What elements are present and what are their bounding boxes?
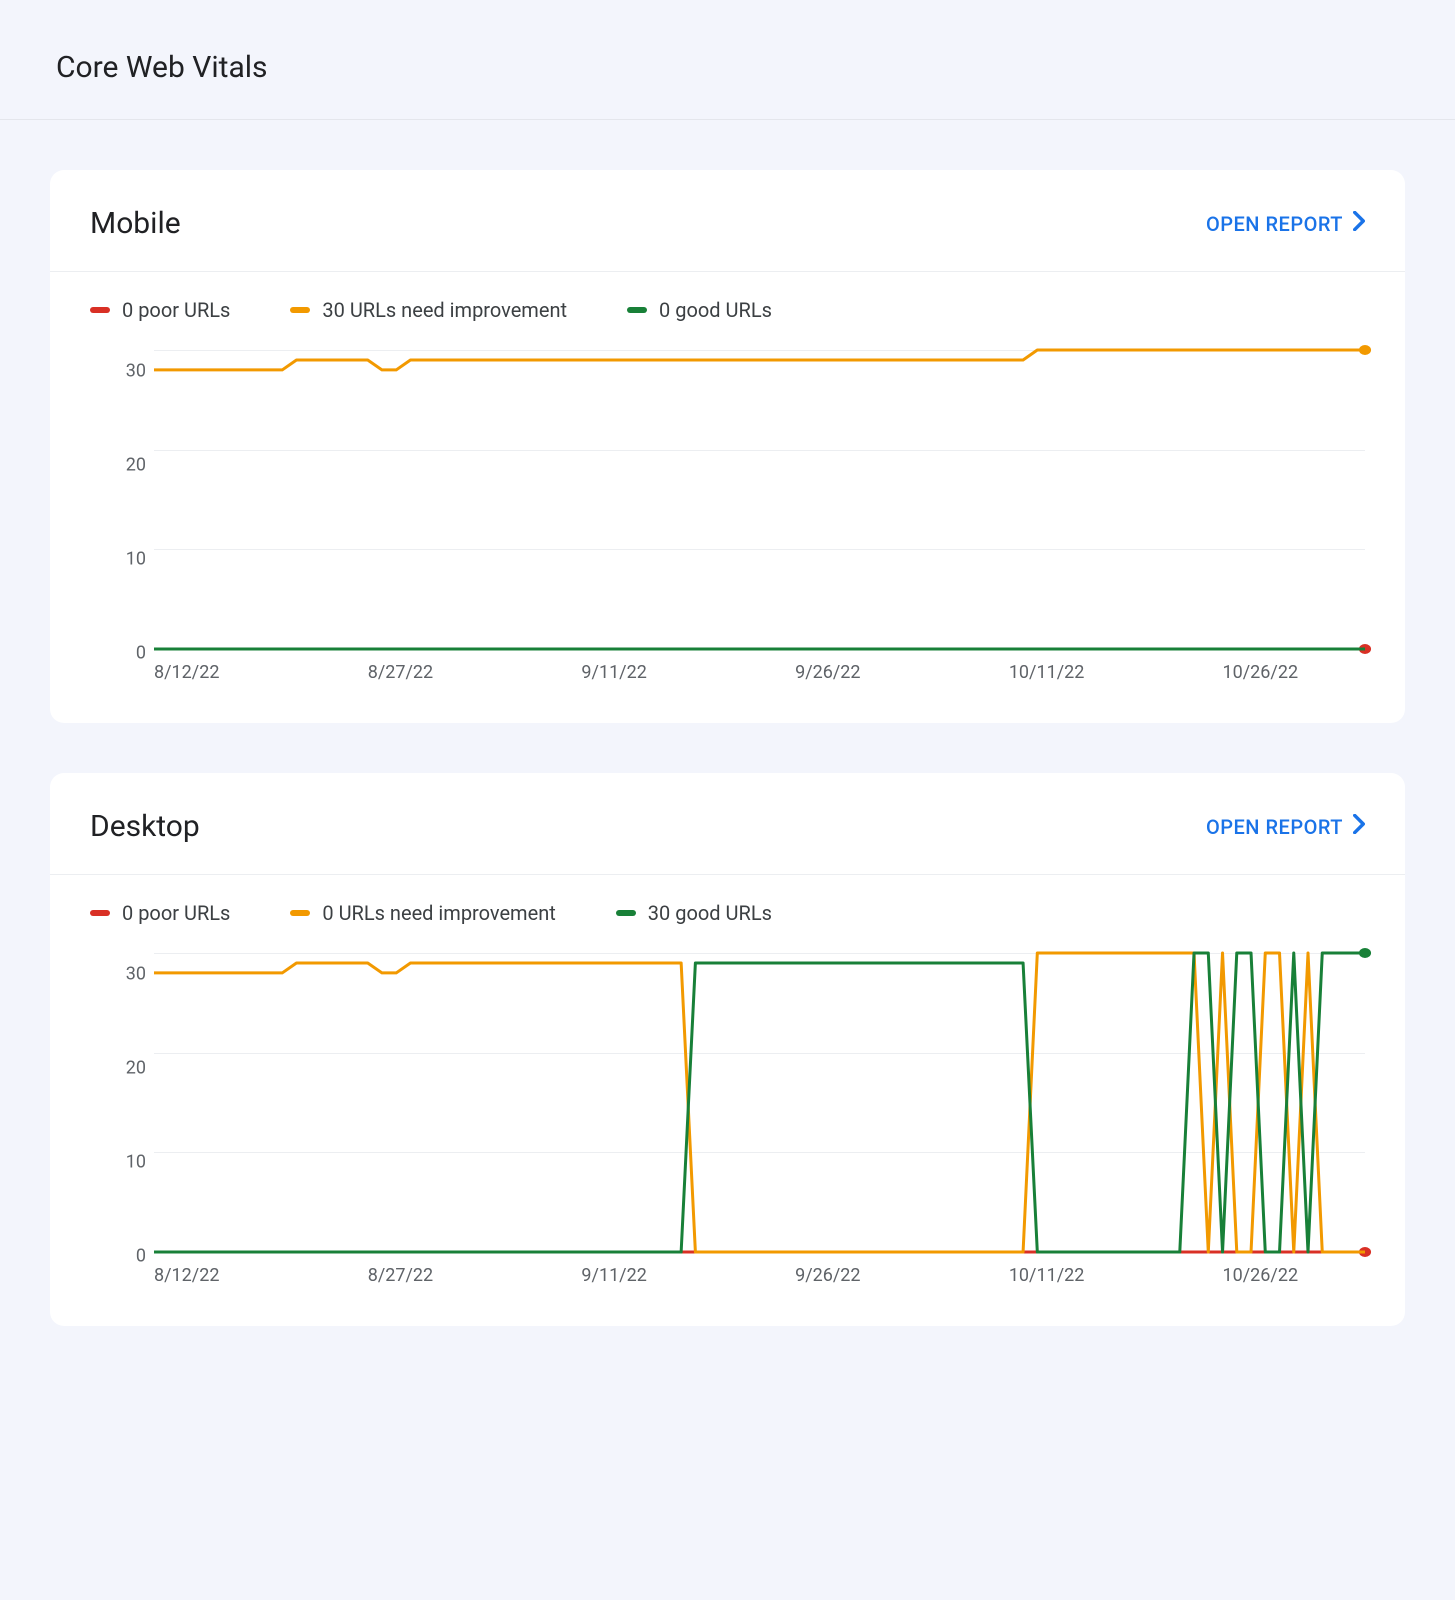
x-axis: 8/12/228/27/229/11/229/26/2210/11/2210/2…	[154, 662, 1365, 683]
y-tick: 0	[90, 643, 146, 664]
y-tick: 30	[90, 361, 146, 382]
legend-needs: 0 URLs need improvement	[290, 901, 555, 925]
open-report-desktop-button[interactable]: OPEN REPORT	[1206, 814, 1365, 839]
desktop-chart: 30 20 10 0 8/12/228/27/229/11/229/26/221…	[50, 933, 1405, 1326]
y-tick: 0	[90, 1246, 146, 1267]
legend-label-needs: 30 URLs need improvement	[322, 298, 567, 322]
legend-good: 30 good URLs	[616, 901, 772, 925]
legend-label-poor: 0 poor URLs	[122, 298, 230, 322]
y-axis: 30 20 10 0	[90, 350, 146, 653]
y-tick: 10	[90, 1152, 146, 1173]
legend-good: 0 good URLs	[627, 298, 772, 322]
open-report-label: OPEN REPORT	[1206, 212, 1343, 236]
mobile-chart: 30 20 10 0 8/12/228/27/229/11/229/26/221…	[50, 330, 1405, 723]
y-tick: 30	[90, 964, 146, 985]
legend-label-needs: 0 URLs need improvement	[322, 901, 555, 925]
chevron-right-icon	[1353, 814, 1365, 839]
legend-poor: 0 poor URLs	[90, 901, 230, 925]
y-tick: 20	[90, 455, 146, 476]
legend-label-good: 30 good URLs	[648, 901, 772, 925]
desktop-plot	[154, 953, 1365, 1253]
chevron-right-icon	[1353, 211, 1365, 236]
x-axis: 8/12/228/27/229/11/229/26/2210/11/2210/2…	[154, 1265, 1365, 1286]
desktop-card-title: Desktop	[90, 809, 200, 844]
y-tick: 10	[90, 549, 146, 570]
y-tick: 20	[90, 1058, 146, 1079]
mobile-card-title: Mobile	[90, 206, 181, 241]
legend-swatch-poor	[90, 307, 110, 313]
legend-label-poor: 0 poor URLs	[122, 901, 230, 925]
legend-swatch-needs	[290, 910, 310, 916]
mobile-plot	[154, 350, 1365, 650]
legend-swatch-poor	[90, 910, 110, 916]
desktop-legend: 0 poor URLs 0 URLs need improvement 30 g…	[50, 875, 1405, 933]
open-report-label: OPEN REPORT	[1206, 815, 1343, 839]
legend-poor: 0 poor URLs	[90, 298, 230, 322]
mobile-legend: 0 poor URLs 30 URLs need improvement 0 g…	[50, 272, 1405, 330]
legend-swatch-good	[616, 910, 636, 916]
desktop-card: Desktop OPEN REPORT 0 poor URLs 0 URLs n…	[50, 773, 1405, 1326]
page-title: Core Web Vitals	[0, 0, 1455, 120]
legend-swatch-good	[627, 307, 647, 313]
legend-swatch-needs	[290, 307, 310, 313]
legend-needs: 30 URLs need improvement	[290, 298, 567, 322]
mobile-card: Mobile OPEN REPORT 0 poor URLs 30 URLs n…	[50, 170, 1405, 723]
legend-label-good: 0 good URLs	[659, 298, 772, 322]
y-axis: 30 20 10 0	[90, 953, 146, 1256]
open-report-mobile-button[interactable]: OPEN REPORT	[1206, 211, 1365, 236]
